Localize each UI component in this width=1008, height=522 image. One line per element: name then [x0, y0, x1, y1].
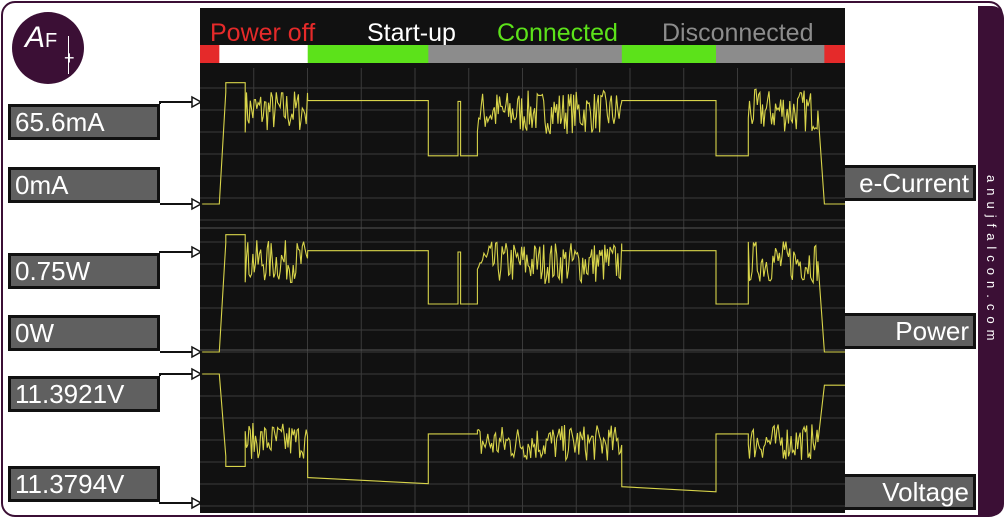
plus-icon: + [64, 48, 75, 68]
voltage-series-label: Voltage [845, 474, 976, 510]
power-min-label: 0W [8, 315, 160, 351]
voltage-min-label: 11.3794V [8, 466, 160, 502]
timeline-segment-1 [219, 45, 309, 63]
watermark-text: anujfalcon.com [984, 175, 999, 347]
current-max-label: 65.6mA [8, 104, 160, 140]
current-min-label: 0mA [8, 167, 160, 203]
timeline-segment-5 [716, 45, 825, 63]
timeline-segment-4 [621, 45, 717, 63]
brand-logo: AF + [12, 12, 84, 84]
oscilloscope-plot: Power off Start-up Connected Disconnecte… [200, 8, 845, 513]
logo-mark: AF [25, 21, 58, 54]
timeline-segment-6 [824, 45, 845, 63]
trace-canvas [200, 45, 845, 513]
current-series-label: e-Current [845, 165, 976, 201]
voltage-max-label: 11.3921V [8, 376, 160, 412]
watermark-sidebar: anujfalcon.com [978, 6, 1004, 516]
timeline-segment-2 [307, 45, 429, 63]
timeline-segment-0 [200, 45, 220, 63]
timeline-segment-3 [428, 45, 623, 63]
power-max-label: 0.75W [8, 253, 160, 289]
power-series-label: Power [845, 313, 976, 349]
